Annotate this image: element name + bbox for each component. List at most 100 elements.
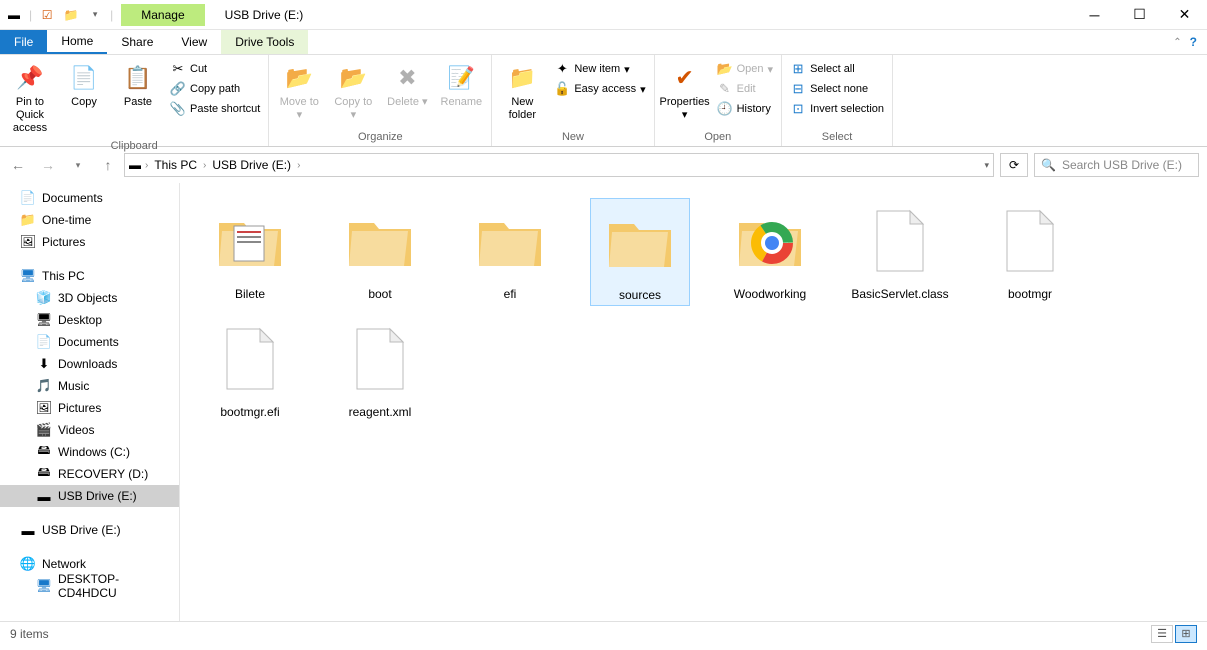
qat-sep2: | bbox=[110, 8, 113, 22]
new-item-icon: ✦ bbox=[554, 61, 570, 77]
rename-button[interactable]: 📝 Rename bbox=[436, 60, 486, 111]
close-button[interactable]: ✕ bbox=[1162, 0, 1207, 30]
minimize-button[interactable]: ─ bbox=[1072, 0, 1117, 30]
sidebar-pc-item[interactable]: 🧊3D Objects bbox=[0, 287, 179, 309]
file-item[interactable]: reagent.xml bbox=[330, 316, 430, 422]
file-label: Bilete bbox=[235, 287, 265, 301]
crumb-sep: › bbox=[297, 160, 300, 171]
select-all-button[interactable]: ⊞Select all bbox=[787, 60, 887, 78]
file-item[interactable]: bootmgr.efi bbox=[200, 316, 300, 422]
address-bar[interactable]: ▬ › This PC › USB Drive (E:) › ▾ bbox=[124, 153, 994, 177]
tab-share[interactable]: Share bbox=[107, 30, 167, 54]
history-button[interactable]: 🕘History bbox=[714, 100, 776, 118]
new-folder-button[interactable]: 📁 New folder bbox=[497, 60, 547, 124]
folder-icon bbox=[470, 201, 550, 281]
sidebar-pc-item[interactable]: 🖴Windows (C:) bbox=[0, 441, 179, 463]
sidebar-pc-item[interactable]: 🖴RECOVERY (D:) bbox=[0, 463, 179, 485]
pic-icon: 🖼 bbox=[36, 400, 52, 416]
title-context-tab[interactable]: Manage bbox=[121, 4, 204, 26]
sidebar-quick-item[interactable]: 📄Documents bbox=[0, 187, 179, 209]
open-button[interactable]: 📂Open ▾ bbox=[714, 60, 776, 78]
tab-file[interactable]: File bbox=[0, 30, 47, 54]
sidebar-pc-item[interactable]: 📄Documents bbox=[0, 331, 179, 353]
properties-button[interactable]: ✔ Properties ▾ bbox=[660, 60, 710, 124]
tab-view[interactable]: View bbox=[167, 30, 221, 54]
qat-checkbox-icon[interactable]: ☑ bbox=[38, 6, 56, 24]
new-folder-icon: 📁 bbox=[506, 62, 538, 94]
copy-label: Copy bbox=[71, 96, 97, 109]
sidebar-item-label: USB Drive (E:) bbox=[42, 523, 121, 537]
address-dropdown-icon[interactable]: ▾ bbox=[984, 160, 989, 171]
crumb-drive[interactable]: USB Drive (E:) bbox=[210, 158, 293, 172]
crumb-this-pc[interactable]: This PC bbox=[152, 158, 199, 172]
sidebar-item-label: USB Drive (E:) bbox=[58, 489, 137, 503]
file-item[interactable]: Bilete bbox=[200, 198, 300, 306]
copy-button[interactable]: 📄 Copy bbox=[59, 60, 109, 111]
navigation-pane[interactable]: 📄Documents📁One-time🖼Pictures🖥This PC🧊3D … bbox=[0, 183, 180, 621]
search-box[interactable]: 🔍 Search USB Drive (E:) bbox=[1034, 153, 1199, 177]
sidebar-item-label: Network bbox=[42, 557, 86, 571]
file-list[interactable]: Bilete boot efi sources Woodworking Basi… bbox=[180, 183, 1207, 621]
file-item[interactable]: BasicServlet.class bbox=[850, 198, 950, 306]
search-icon: 🔍 bbox=[1041, 158, 1056, 172]
copy-path-button[interactable]: 🔗Copy path bbox=[167, 80, 263, 98]
sidebar-this-pc[interactable]: 🖥This PC bbox=[0, 265, 179, 287]
file-item[interactable]: Woodworking bbox=[720, 198, 820, 306]
sidebar-pc-item[interactable]: ⬇Downloads bbox=[0, 353, 179, 375]
pc-icon: 🖥 bbox=[20, 268, 36, 284]
refresh-button[interactable]: ⟳ bbox=[1000, 153, 1028, 177]
copy-icon: 📄 bbox=[68, 62, 100, 94]
paste-shortcut-button[interactable]: 📎Paste shortcut bbox=[167, 100, 263, 118]
sidebar-pc-item[interactable]: 🎬Videos bbox=[0, 419, 179, 441]
tab-home[interactable]: Home bbox=[47, 30, 107, 54]
sidebar-pc-item[interactable]: 🎵Music bbox=[0, 375, 179, 397]
delete-icon: ✖ bbox=[391, 62, 423, 94]
up-button[interactable]: ↑ bbox=[98, 155, 118, 175]
tab-drive-tools[interactable]: Drive Tools bbox=[221, 30, 308, 54]
invert-selection-icon: ⊡ bbox=[790, 101, 806, 117]
recent-dropdown[interactable]: ▾ bbox=[68, 155, 88, 175]
forward-button[interactable]: → bbox=[38, 155, 58, 175]
easy-access-button[interactable]: 🔓Easy access ▾ bbox=[551, 80, 648, 98]
details-view-button[interactable]: ☰ bbox=[1151, 625, 1173, 643]
edit-button[interactable]: ✎Edit bbox=[714, 80, 776, 98]
address-row: ← → ▾ ↑ ▬ › This PC › USB Drive (E:) › ▾… bbox=[0, 147, 1207, 183]
qat-dropdown-icon[interactable]: ▾ bbox=[86, 6, 104, 24]
qat-folder-icon[interactable]: 📁 bbox=[62, 6, 80, 24]
cut-button[interactable]: ✂Cut bbox=[167, 60, 263, 78]
sidebar-item-label: Music bbox=[58, 379, 89, 393]
file-label: Woodworking bbox=[734, 287, 806, 301]
sidebar-usb-drive[interactable]: ▬USB Drive (E:) bbox=[0, 519, 179, 541]
sidebar-pc-item[interactable]: 🖼Pictures bbox=[0, 397, 179, 419]
folder-docs-icon bbox=[210, 201, 290, 281]
copy-to-button[interactable]: 📂 Copy to ▾ bbox=[328, 60, 378, 124]
pin-button[interactable]: 📌 Pin to Quick access bbox=[5, 60, 55, 138]
select-none-button[interactable]: ⊟Select none bbox=[787, 80, 887, 98]
sidebar-quick-item[interactable]: 🖼Pictures bbox=[0, 231, 179, 253]
maximize-button[interactable]: ☐ bbox=[1117, 0, 1162, 30]
move-to-button[interactable]: 📂 Move to ▾ bbox=[274, 60, 324, 124]
file-item[interactable]: bootmgr bbox=[980, 198, 1080, 306]
help-icon[interactable]: ? bbox=[1190, 35, 1197, 49]
sidebar-item-label: Windows (C:) bbox=[58, 445, 130, 459]
icons-view-button[interactable]: ⊞ bbox=[1175, 625, 1197, 643]
drive-icon: ▬ bbox=[129, 158, 141, 172]
file-label: boot bbox=[368, 287, 391, 301]
ribbon-collapse-icon[interactable]: ⌃ bbox=[1173, 37, 1181, 48]
file-item[interactable]: boot bbox=[330, 198, 430, 306]
sidebar-network-item[interactable]: 🖥DESKTOP-CD4HDCU bbox=[0, 575, 179, 597]
sidebar-pc-item[interactable]: 🖥Desktop bbox=[0, 309, 179, 331]
invert-selection-button[interactable]: ⊡Invert selection bbox=[787, 100, 887, 118]
delete-button[interactable]: ✖ Delete ▾ bbox=[382, 60, 432, 111]
new-group-label: New bbox=[497, 129, 648, 146]
file-item[interactable]: efi bbox=[460, 198, 560, 306]
pin-icon: 📌 bbox=[14, 62, 46, 94]
rename-icon: 📝 bbox=[445, 62, 477, 94]
sidebar-pc-item[interactable]: ▬USB Drive (E:) bbox=[0, 485, 179, 507]
back-button[interactable]: ← bbox=[8, 155, 28, 175]
new-item-button[interactable]: ✦New item ▾ bbox=[551, 60, 648, 78]
doc-icon: 📄 bbox=[36, 334, 52, 350]
paste-button[interactable]: 📋 Paste bbox=[113, 60, 163, 111]
sidebar-quick-item[interactable]: 📁One-time bbox=[0, 209, 179, 231]
file-item[interactable]: sources bbox=[590, 198, 690, 306]
